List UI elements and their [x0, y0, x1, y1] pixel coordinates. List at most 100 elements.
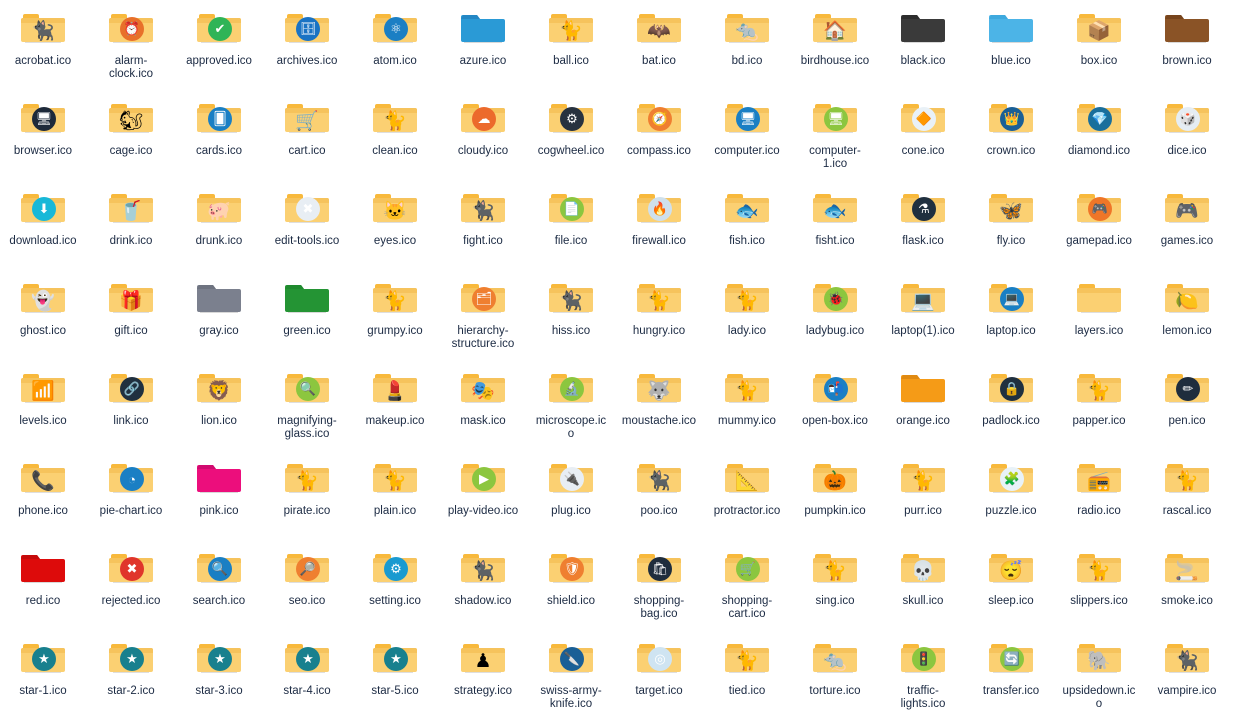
- file-item[interactable]: 🐿 cage.ico: [92, 94, 170, 184]
- file-item[interactable]: 🥤 drink.ico: [92, 184, 170, 274]
- tied-cat-icon[interactable]: 🐈: [723, 634, 771, 682]
- poo-cat-icon[interactable]: 🐈‍⬛: [635, 454, 683, 502]
- browser-window-icon[interactable]: 🖥: [19, 94, 67, 142]
- file-item[interactable]: 🐈 ball.ico: [532, 4, 610, 94]
- file-item[interactable]: 🔎 seo.ico: [268, 544, 346, 634]
- transfer-arrows-icon[interactable]: 🔄: [987, 634, 1035, 682]
- plain-black-folder-icon[interactable]: [899, 4, 947, 52]
- file-item[interactable]: 🔌 plug.ico: [532, 454, 610, 544]
- file-item[interactable]: 🔍 search.ico: [180, 544, 258, 634]
- diamond-icon[interactable]: 💎: [1075, 94, 1123, 142]
- file-item[interactable]: 📶 levels.ico: [4, 364, 82, 454]
- file-item[interactable]: 🖥 browser.ico: [4, 94, 82, 184]
- file-item[interactable]: 🚬 smoke.ico: [1148, 544, 1226, 634]
- file-item[interactable]: 📻 radio.ico: [1060, 454, 1138, 544]
- pumpkin-cat-icon[interactable]: 🎃: [811, 454, 859, 502]
- file-item[interactable]: azure.ico: [444, 4, 522, 94]
- file-item[interactable]: 🐟 fisht.ico: [796, 184, 874, 274]
- shopping-cart-icon[interactable]: 🛒: [723, 544, 771, 592]
- skull-cat-icon[interactable]: 💀: [899, 544, 947, 592]
- radio-microphone-icon[interactable]: 📻: [1075, 454, 1123, 502]
- file-item[interactable]: 🛒 shopping-cart.ico: [708, 544, 786, 634]
- file-item[interactable]: 🔶 cone.ico: [884, 94, 962, 184]
- crown-icon[interactable]: 👑: [987, 94, 1035, 142]
- levels-bars-icon[interactable]: 📶: [19, 364, 67, 412]
- file-item[interactable]: 🗄 archives.ico: [268, 4, 346, 94]
- plain-orange-folder-icon[interactable]: [899, 364, 947, 412]
- file-item[interactable]: 🔗 link.ico: [92, 364, 170, 454]
- traffic-lights-icon[interactable]: 🚦: [899, 634, 947, 682]
- file-item[interactable]: 💻 laptop(1).ico: [884, 274, 962, 364]
- target-icon[interactable]: ◎: [635, 634, 683, 682]
- shield-icon[interactable]: 🛡: [547, 544, 595, 592]
- file-item[interactable]: 🎭 mask.ico: [444, 364, 522, 454]
- file-item[interactable]: 🦁 lion.ico: [180, 364, 258, 454]
- file-item[interactable]: 💎 diamond.ico: [1060, 94, 1138, 184]
- protractor-icon[interactable]: 📐: [723, 454, 771, 502]
- file-item[interactable]: ✖ rejected.ico: [92, 544, 170, 634]
- file-item[interactable]: ⚗ flask.ico: [884, 184, 962, 274]
- file-item[interactable]: 🐈‍⬛ hiss.ico: [532, 274, 610, 364]
- play-video-icon[interactable]: ▶: [459, 454, 507, 502]
- file-item[interactable]: 👑 crown.ico: [972, 94, 1050, 184]
- star-rating-1-icon[interactable]: ★: [19, 634, 67, 682]
- cat-in-box-icon[interactable]: 📦: [1075, 4, 1123, 52]
- download-arrow-icon[interactable]: ⬇: [19, 184, 67, 232]
- computer-monitor-icon[interactable]: 🖥: [723, 94, 771, 142]
- file-item[interactable]: red.ico: [4, 544, 82, 634]
- file-item[interactable]: ✖ edit-tools.ico: [268, 184, 346, 274]
- star-rating-5-icon[interactable]: ★: [371, 634, 419, 682]
- pie-chart-icon[interactable]: ◔: [107, 454, 155, 502]
- singing-cat-icon[interactable]: 🐈: [811, 544, 859, 592]
- file-item[interactable]: 🧭 compass.ico: [620, 94, 698, 184]
- file-item[interactable]: 📦 box.ico: [1060, 4, 1138, 94]
- plug-icon[interactable]: 🔌: [547, 454, 595, 502]
- file-item[interactable]: 📞 phone.ico: [4, 454, 82, 544]
- file-item[interactable]: ▶ play-video.ico: [444, 454, 522, 544]
- file-item[interactable]: layers.ico: [1060, 274, 1138, 364]
- archive-box-icon[interactable]: 🗄: [283, 4, 331, 52]
- star-rating-3-icon[interactable]: ★: [195, 634, 243, 682]
- search-magnifier-icon[interactable]: 🔍: [195, 544, 243, 592]
- file-item[interactable]: ⚙ cogwheel.ico: [532, 94, 610, 184]
- link-chain-icon[interactable]: 🔗: [107, 364, 155, 412]
- file-item[interactable]: 🎃 pumpkin.ico: [796, 454, 874, 544]
- star-rating-2-icon[interactable]: ★: [107, 634, 155, 682]
- file-item[interactable]: blue.ico: [972, 4, 1050, 94]
- file-item[interactable]: 🐈 sing.ico: [796, 544, 874, 634]
- microscope-icon[interactable]: 🔬: [547, 364, 595, 412]
- grey-cat-icon[interactable]: 🐈: [371, 94, 419, 142]
- file-item[interactable]: 🐈‍⬛ fight.ico: [444, 184, 522, 274]
- file-item[interactable]: 🂠 cards.ico: [180, 94, 258, 184]
- file-item[interactable]: 🐈 hungry.ico: [620, 274, 698, 364]
- file-item[interactable]: 🐺 moustache.ico: [620, 364, 698, 454]
- file-item[interactable]: 🖥 computer.ico: [708, 94, 786, 184]
- bat-icon[interactable]: 🦇: [635, 4, 683, 52]
- pirate-cat-icon[interactable]: 🐈: [283, 454, 331, 502]
- cat-with-ball-icon[interactable]: 🐈: [547, 4, 595, 52]
- file-item[interactable]: ✔ approved.ico: [180, 4, 258, 94]
- plain-cat-icon[interactable]: 🐈: [371, 454, 419, 502]
- cogwheel-icon[interactable]: ⚙: [547, 94, 595, 142]
- swiss-army-knife-icon[interactable]: 🔪: [547, 634, 595, 682]
- file-item[interactable]: 🐞 ladybug.ico: [796, 274, 874, 364]
- computer-monitor-alt-icon[interactable]: 🖥: [811, 94, 859, 142]
- ladybug-icon[interactable]: 🐞: [811, 274, 859, 322]
- file-item[interactable]: 🎮 gamepad.ico: [1060, 184, 1138, 274]
- file-item[interactable]: pink.ico: [180, 454, 258, 544]
- file-item[interactable]: 🦇 bat.ico: [620, 4, 698, 94]
- file-item[interactable]: 🐈 lady.ico: [708, 274, 786, 364]
- mask-icon[interactable]: 🎭: [459, 364, 507, 412]
- file-item[interactable]: 🐱 eyes.ico: [356, 184, 434, 274]
- file-item[interactable]: black.ico: [884, 4, 962, 94]
- file-item[interactable]: ⚛ atom.ico: [356, 4, 434, 94]
- file-item[interactable]: orange.ico: [884, 364, 962, 454]
- drunk-animal-icon[interactable]: 🐖: [195, 184, 243, 232]
- torture-device-icon[interactable]: 🐀: [811, 634, 859, 682]
- cat-and-fishbowl-icon[interactable]: 🐟: [723, 184, 771, 232]
- cat-drinking-icon[interactable]: 🥤: [107, 184, 155, 232]
- paper-cat-icon[interactable]: 🐈: [1075, 364, 1123, 412]
- file-item[interactable]: 📄 file.ico: [532, 184, 610, 274]
- seo-magnifier-icon[interactable]: 🔎: [283, 544, 331, 592]
- firewall-icon[interactable]: 🔥: [635, 184, 683, 232]
